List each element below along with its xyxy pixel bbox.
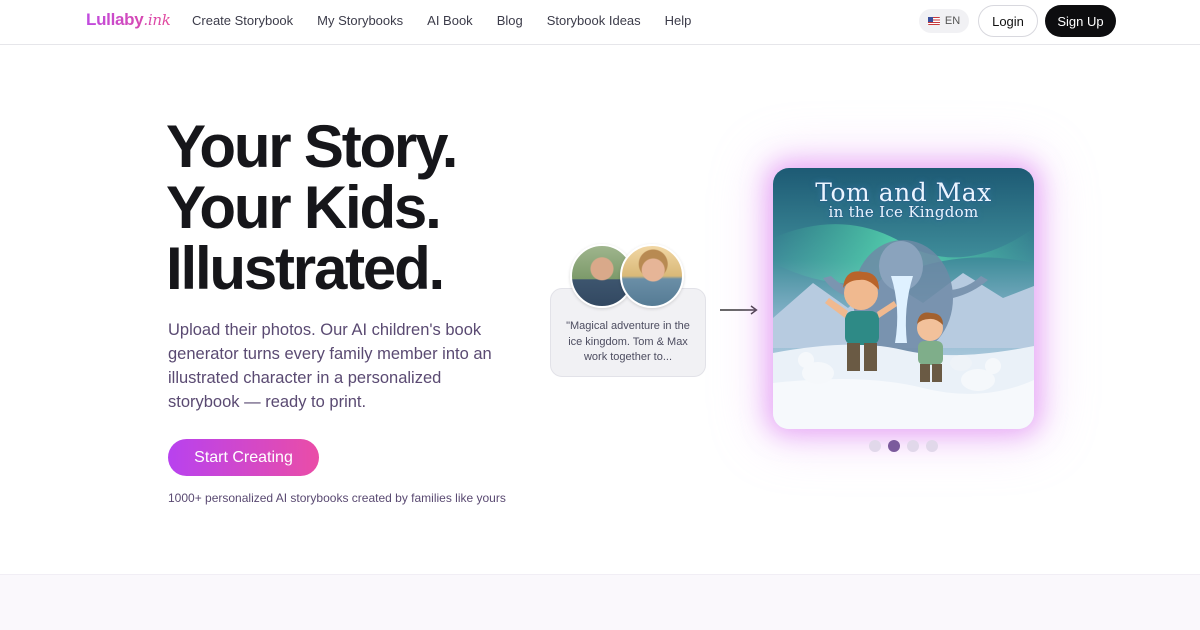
- nav-link-my-storybooks[interactable]: My Storybooks: [317, 13, 403, 28]
- headline-line-1: Your Story.: [166, 113, 458, 180]
- prompt-bubble: "Magical adventure in the ice kingdom. T…: [550, 288, 706, 377]
- cover-title: Tom and Max in the Ice Kingdom: [773, 178, 1034, 221]
- carousel-dot-2[interactable]: [888, 440, 900, 452]
- storybook-cover-image[interactable]: Tom and Max in the Ice Kingdom: [773, 168, 1034, 429]
- next-section-band: [0, 574, 1200, 630]
- nav-link-create-storybook[interactable]: Create Storybook: [192, 13, 293, 28]
- logo-main: Lullaby: [86, 10, 144, 29]
- arrow-right-icon: [720, 305, 758, 315]
- nav-link-ai-book[interactable]: AI Book: [427, 13, 473, 28]
- nav-link-blog[interactable]: Blog: [497, 13, 523, 28]
- carousel-dots: [869, 440, 938, 452]
- login-button[interactable]: Login: [978, 5, 1038, 37]
- hero-headline: Your Story. Your Kids. Illustrated.: [166, 113, 458, 302]
- hero-subtext: Upload their photos. Our AI children's b…: [168, 321, 492, 411]
- cover-title-line-2: in the Ice Kingdom: [828, 203, 979, 221]
- child-photo-avatar-2: [620, 244, 684, 308]
- social-proof-text: 1000+ personalized AI storybooks created…: [168, 491, 506, 505]
- nav-links: Create Storybook My Storybooks AI Book B…: [192, 13, 715, 28]
- headline-line-3: Illustrated.: [166, 235, 445, 302]
- start-creating-button[interactable]: Start Creating: [168, 439, 319, 476]
- prompt-text: "Magical adventure in the ice kingdom. T…: [566, 320, 690, 363]
- carousel-dot-3[interactable]: [907, 440, 919, 452]
- language-selector[interactable]: EN: [919, 9, 969, 33]
- headline-line-2: Your Kids.: [166, 174, 442, 241]
- carousel-dot-1[interactable]: [869, 440, 881, 452]
- language-label: EN: [944, 15, 961, 27]
- nav-link-storybook-ideas[interactable]: Storybook Ideas: [547, 13, 641, 28]
- logo-suffix: .ink: [143, 11, 171, 29]
- signup-button[interactable]: Sign Up: [1045, 5, 1116, 37]
- logo[interactable]: Lullaby.ink: [86, 10, 171, 30]
- nav-link-help[interactable]: Help: [665, 13, 692, 28]
- top-navbar: Lullaby.ink Create Storybook My Storyboo…: [0, 0, 1200, 45]
- us-flag-icon: [927, 17, 940, 25]
- carousel-dot-4[interactable]: [926, 440, 938, 452]
